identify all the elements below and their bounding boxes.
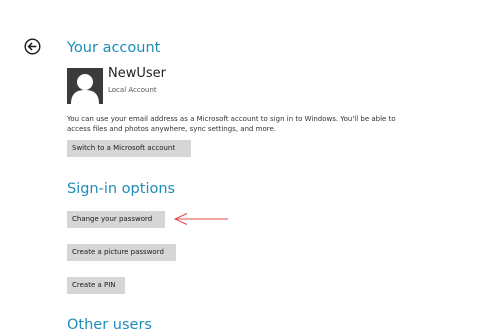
create-picture-password-button[interactable]: Create a picture password [67,244,176,261]
red-arrow-left-icon [172,212,229,226]
back-arrow-circle-icon [24,38,41,55]
change-password-button[interactable]: Change your password [67,211,165,228]
back-button[interactable] [24,38,41,55]
account-type-label: Local Account [108,86,157,94]
microsoft-account-description: You can use your email address as a Micr… [67,115,396,133]
other-users-heading: Other users [67,317,152,333]
username: NewUser [108,66,166,81]
switch-to-microsoft-account-button[interactable]: Switch to a Microsoft account [67,140,191,157]
sign-in-options-heading: Sign-in options [67,181,176,197]
create-pin-button[interactable]: Create a PIN [67,277,125,294]
avatar [67,68,103,104]
user-silhouette-icon [67,68,103,104]
your-account-heading: Your account [67,40,161,56]
